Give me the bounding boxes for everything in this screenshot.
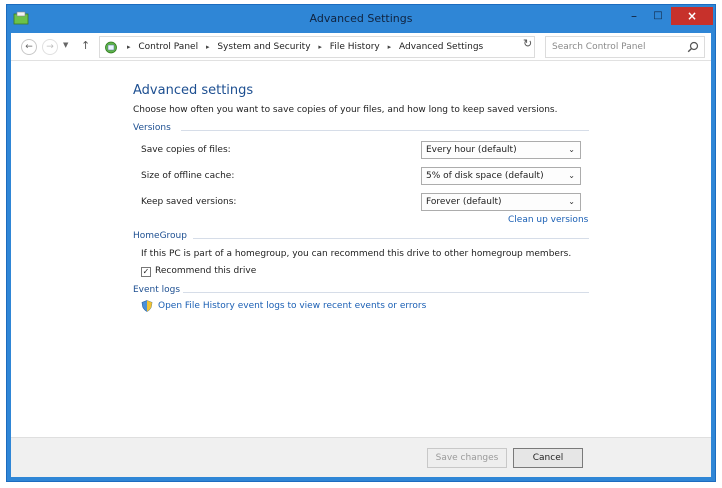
refresh-button[interactable]: ↻ <box>523 37 532 50</box>
advanced-settings-window: Advanced Settings – □ × ← → ▼ ↑ ▸ Contro… <box>6 4 716 482</box>
recent-locations-button[interactable]: ▼ <box>63 41 68 49</box>
breadcrumb-item-system-and-security[interactable]: System and Security <box>217 42 310 52</box>
control-panel-icon <box>105 41 117 54</box>
up-arrow-icon: ↑ <box>81 39 91 52</box>
keep-versions-select[interactable]: Forever (default) ⌄ <box>421 193 581 211</box>
search-icon[interactable] <box>687 41 699 53</box>
clean-up-versions-link[interactable]: Clean up versions <box>508 215 588 225</box>
window-client: ← → ▼ ↑ ▸ Control Panel ▸ System and Sec… <box>11 33 711 477</box>
minimize-button[interactable]: – <box>623 7 645 25</box>
forward-button[interactable]: → <box>42 39 58 55</box>
checkmark-icon: ✓ <box>142 267 150 276</box>
offline-cache-select[interactable]: 5% of disk space (default) ⌄ <box>421 167 581 185</box>
homegroup-heading: HomeGroup <box>133 231 187 241</box>
chevron-down-icon: ▼ <box>63 41 69 49</box>
homegroup-description: If this PC is part of a homegroup, you c… <box>141 249 572 259</box>
back-button[interactable]: ← <box>21 39 37 55</box>
refresh-icon: ↻ <box>523 37 533 50</box>
chevron-down-icon: ⌄ <box>568 171 575 180</box>
chevron-right-icon[interactable]: ▸ <box>206 43 210 51</box>
event-logs-divider <box>183 292 589 293</box>
search-input[interactable] <box>552 40 682 54</box>
window-title: Advanced Settings <box>309 12 413 25</box>
page-title: Advanced settings <box>133 83 254 98</box>
keep-versions-value: Forever (default) <box>426 197 502 207</box>
maximize-button[interactable]: □ <box>647 7 669 25</box>
save-copies-select[interactable]: Every hour (default) ⌄ <box>421 141 581 159</box>
cancel-button[interactable]: Cancel <box>513 448 583 468</box>
page-description: Choose how often you want to save copies… <box>133 105 558 115</box>
forward-arrow-icon: → <box>46 42 54 52</box>
offline-cache-label: Size of offline cache: <box>141 171 235 181</box>
chevron-right-icon[interactable]: ▸ <box>318 43 322 51</box>
dialog-footer: Save changes Cancel <box>11 437 711 477</box>
save-changes-button[interactable]: Save changes <box>427 448 507 468</box>
recommend-drive-checkbox[interactable]: ✓ <box>141 267 151 277</box>
recommend-drive-label[interactable]: Recommend this drive <box>155 266 256 276</box>
settings-content: Advanced settings Choose how often you w… <box>11 61 711 437</box>
title-bar[interactable]: Advanced Settings – □ × <box>7 5 715 33</box>
chevron-down-icon: ⌄ <box>568 145 575 154</box>
open-event-logs-link[interactable]: Open File History event logs to view rec… <box>158 301 426 311</box>
shield-icon <box>141 300 153 312</box>
breadcrumb[interactable]: ▸ Control Panel ▸ System and Security ▸ … <box>99 36 601 58</box>
breadcrumb-item-file-history[interactable]: File History <box>330 42 380 52</box>
back-arrow-icon: ← <box>25 42 33 52</box>
versions-divider <box>181 130 589 131</box>
save-copies-value: Every hour (default) <box>426 145 517 155</box>
event-logs-heading: Event logs <box>133 285 181 295</box>
offline-cache-value: 5% of disk space (default) <box>426 171 544 181</box>
chevron-right-icon[interactable]: ▸ <box>388 43 392 51</box>
breadcrumb-path: ▸ Control Panel ▸ System and Security ▸ … <box>122 42 483 52</box>
breadcrumb-item-control-panel[interactable]: Control Panel <box>138 42 198 52</box>
homegroup-divider <box>193 238 589 239</box>
search-box[interactable] <box>545 36 705 58</box>
address-bar: ← → ▼ ↑ ▸ Control Panel ▸ System and Sec… <box>11 33 711 61</box>
close-button[interactable]: × <box>671 7 713 25</box>
breadcrumb-item-advanced-settings[interactable]: Advanced Settings <box>399 42 483 52</box>
chevron-down-icon: ⌄ <box>568 197 575 206</box>
versions-heading: Versions <box>133 123 171 133</box>
keep-versions-label: Keep saved versions: <box>141 197 237 207</box>
save-copies-label: Save copies of files: <box>141 145 231 155</box>
chevron-right-icon: ▸ <box>127 43 131 51</box>
up-button[interactable]: ↑ <box>81 39 90 52</box>
